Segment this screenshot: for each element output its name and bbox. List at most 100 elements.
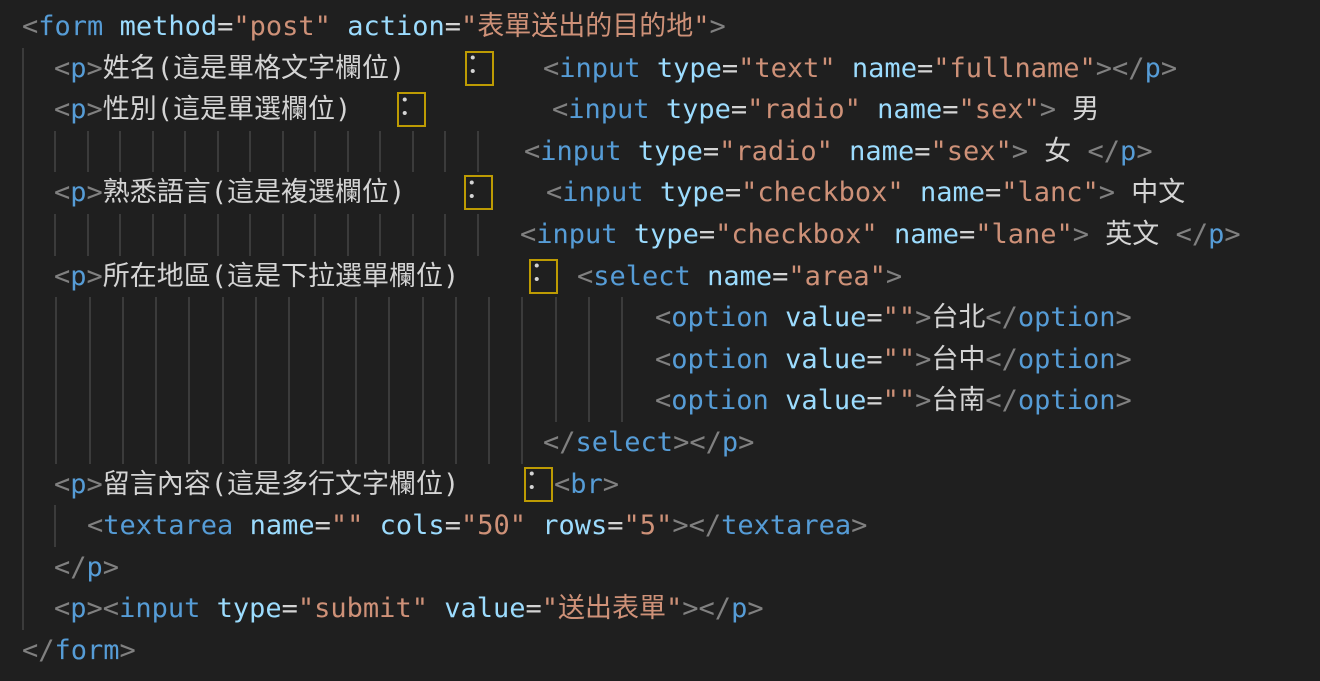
token-tag-punctuation: < — [655, 302, 671, 333]
indent-guide — [55, 297, 57, 339]
token-tag-punctuation: </ — [1112, 53, 1145, 84]
indent-guide — [22, 464, 24, 506]
indent-guide — [621, 339, 623, 381]
token-operator: = — [866, 344, 882, 375]
indent-guide — [388, 422, 390, 464]
token-attribute-name: type — [638, 136, 703, 167]
token-tag-punctuation: > — [1224, 219, 1240, 250]
indent-guide — [22, 505, 24, 547]
token-tag-name: input — [559, 53, 640, 84]
token-tag-punctuation: </ — [699, 593, 732, 624]
token-tag-name: option — [1018, 302, 1116, 333]
code-run: <p>所在地區(這是下拉選單欄位) — [54, 256, 459, 298]
token-tag-punctuation: < — [524, 136, 540, 167]
indent-guide — [314, 214, 316, 256]
code-line: <option value="">台北</option> — [0, 297, 1320, 339]
unicode-highlight-box: ： — [397, 92, 426, 127]
indent-guide — [222, 380, 224, 422]
indent-guide — [87, 214, 89, 256]
code-run: </p> — [54, 547, 119, 589]
indent-guide — [379, 131, 381, 173]
token-operator: = — [526, 593, 542, 624]
indent-guide — [588, 339, 590, 381]
token-text-content: 所在地區(這是下拉選單欄位) — [103, 261, 460, 292]
token-tag-name: option — [671, 344, 769, 375]
token-string-value: "50" — [461, 510, 526, 541]
token-tag-name: p — [70, 53, 86, 84]
token-string-value: "5" — [624, 510, 673, 541]
code-line: </form> — [0, 630, 1320, 672]
token-tag-punctuation: < — [54, 469, 70, 500]
token-operator: = — [866, 385, 882, 416]
token-string-value: "radio" — [747, 94, 861, 125]
token-operator: = — [725, 177, 741, 208]
token-tag-name: select — [576, 427, 674, 458]
token-tag-punctuation: > — [1115, 385, 1131, 416]
token-tag-punctuation: < — [54, 593, 70, 624]
token-whitespace — [331, 11, 347, 42]
indent-guide — [388, 380, 390, 422]
token-tag-name: form — [55, 635, 120, 666]
token-tag-punctuation: < — [577, 261, 593, 292]
indent-guide — [255, 380, 257, 422]
token-attribute-name: name — [707, 261, 772, 292]
token-string-value: "送出表單" — [542, 593, 683, 624]
token-whitespace — [836, 53, 852, 84]
token-operator: = — [703, 136, 719, 167]
token-text-content: 中文 — [1115, 177, 1185, 208]
indent-guide — [521, 380, 523, 422]
token-attribute-name: name — [894, 219, 959, 250]
indent-guide — [621, 297, 623, 339]
token-tag-punctuation: </ — [1088, 136, 1121, 167]
token-tag-punctuation: > — [851, 510, 867, 541]
token-tag-punctuation: </ — [985, 385, 1018, 416]
code-run: <option value="">台中</option> — [655, 339, 1132, 381]
token-whitespace — [526, 510, 542, 541]
token-tag-name: option — [671, 385, 769, 416]
indent-guide — [122, 339, 124, 381]
indent-guide — [122, 380, 124, 422]
token-attribute-name: type — [657, 53, 722, 84]
code-run: <form method="post" action="表單送出的目的地"> — [22, 6, 726, 48]
token-whitespace — [363, 510, 379, 541]
indent-guide — [22, 588, 24, 630]
token-tag-punctuation: > — [1012, 136, 1028, 167]
code-line: <p>所在地區(這是下拉選單欄位)：<select name="area"> — [0, 256, 1320, 298]
indent-guide — [288, 422, 290, 464]
indent-guide — [255, 297, 257, 339]
indent-guide — [54, 214, 56, 256]
token-tag-name: p — [731, 593, 747, 624]
token-tag-punctuation: </ — [22, 635, 55, 666]
token-tag-punctuation: > — [710, 11, 726, 42]
token-tag-name: textarea — [721, 510, 851, 541]
token-tag-punctuation: < — [520, 219, 536, 250]
code-run: <p>姓名(這是單格文字欄位) — [54, 48, 405, 90]
indent-guide — [249, 214, 251, 256]
indent-guide — [54, 505, 56, 547]
token-tag-punctuation: > — [87, 261, 103, 292]
indent-guide — [22, 89, 24, 131]
unicode-highlight-box: ： — [529, 259, 558, 294]
indent-guide — [22, 422, 24, 464]
token-tag-punctuation: > — [87, 177, 103, 208]
indent-guide — [22, 256, 24, 298]
code-line: </p> — [0, 547, 1320, 589]
code-run: <textarea name="" cols="50" rows="5"></t… — [87, 505, 867, 547]
token-tag-punctuation: < — [554, 469, 570, 500]
code-run: </form> — [22, 630, 136, 672]
token-attribute-name: value — [444, 593, 525, 624]
token-tag-punctuation: < — [655, 385, 671, 416]
token-whitespace — [618, 219, 634, 250]
indent-guide — [255, 339, 257, 381]
token-whitespace — [769, 344, 785, 375]
indent-guide — [188, 422, 190, 464]
indent-guide — [477, 131, 479, 173]
indent-guide — [422, 422, 424, 464]
code-editor[interactable]: <form method="post" action="表單送出的目的地"><p… — [0, 0, 1320, 681]
code-run: <option value="">台南</option> — [655, 380, 1132, 422]
token-tag-punctuation: < — [546, 177, 562, 208]
fullwidth-colon-char: ： — [530, 252, 557, 294]
token-operator: = — [985, 177, 1001, 208]
token-string-value: "sex" — [958, 94, 1039, 125]
token-text-content: 台中 — [931, 344, 985, 375]
